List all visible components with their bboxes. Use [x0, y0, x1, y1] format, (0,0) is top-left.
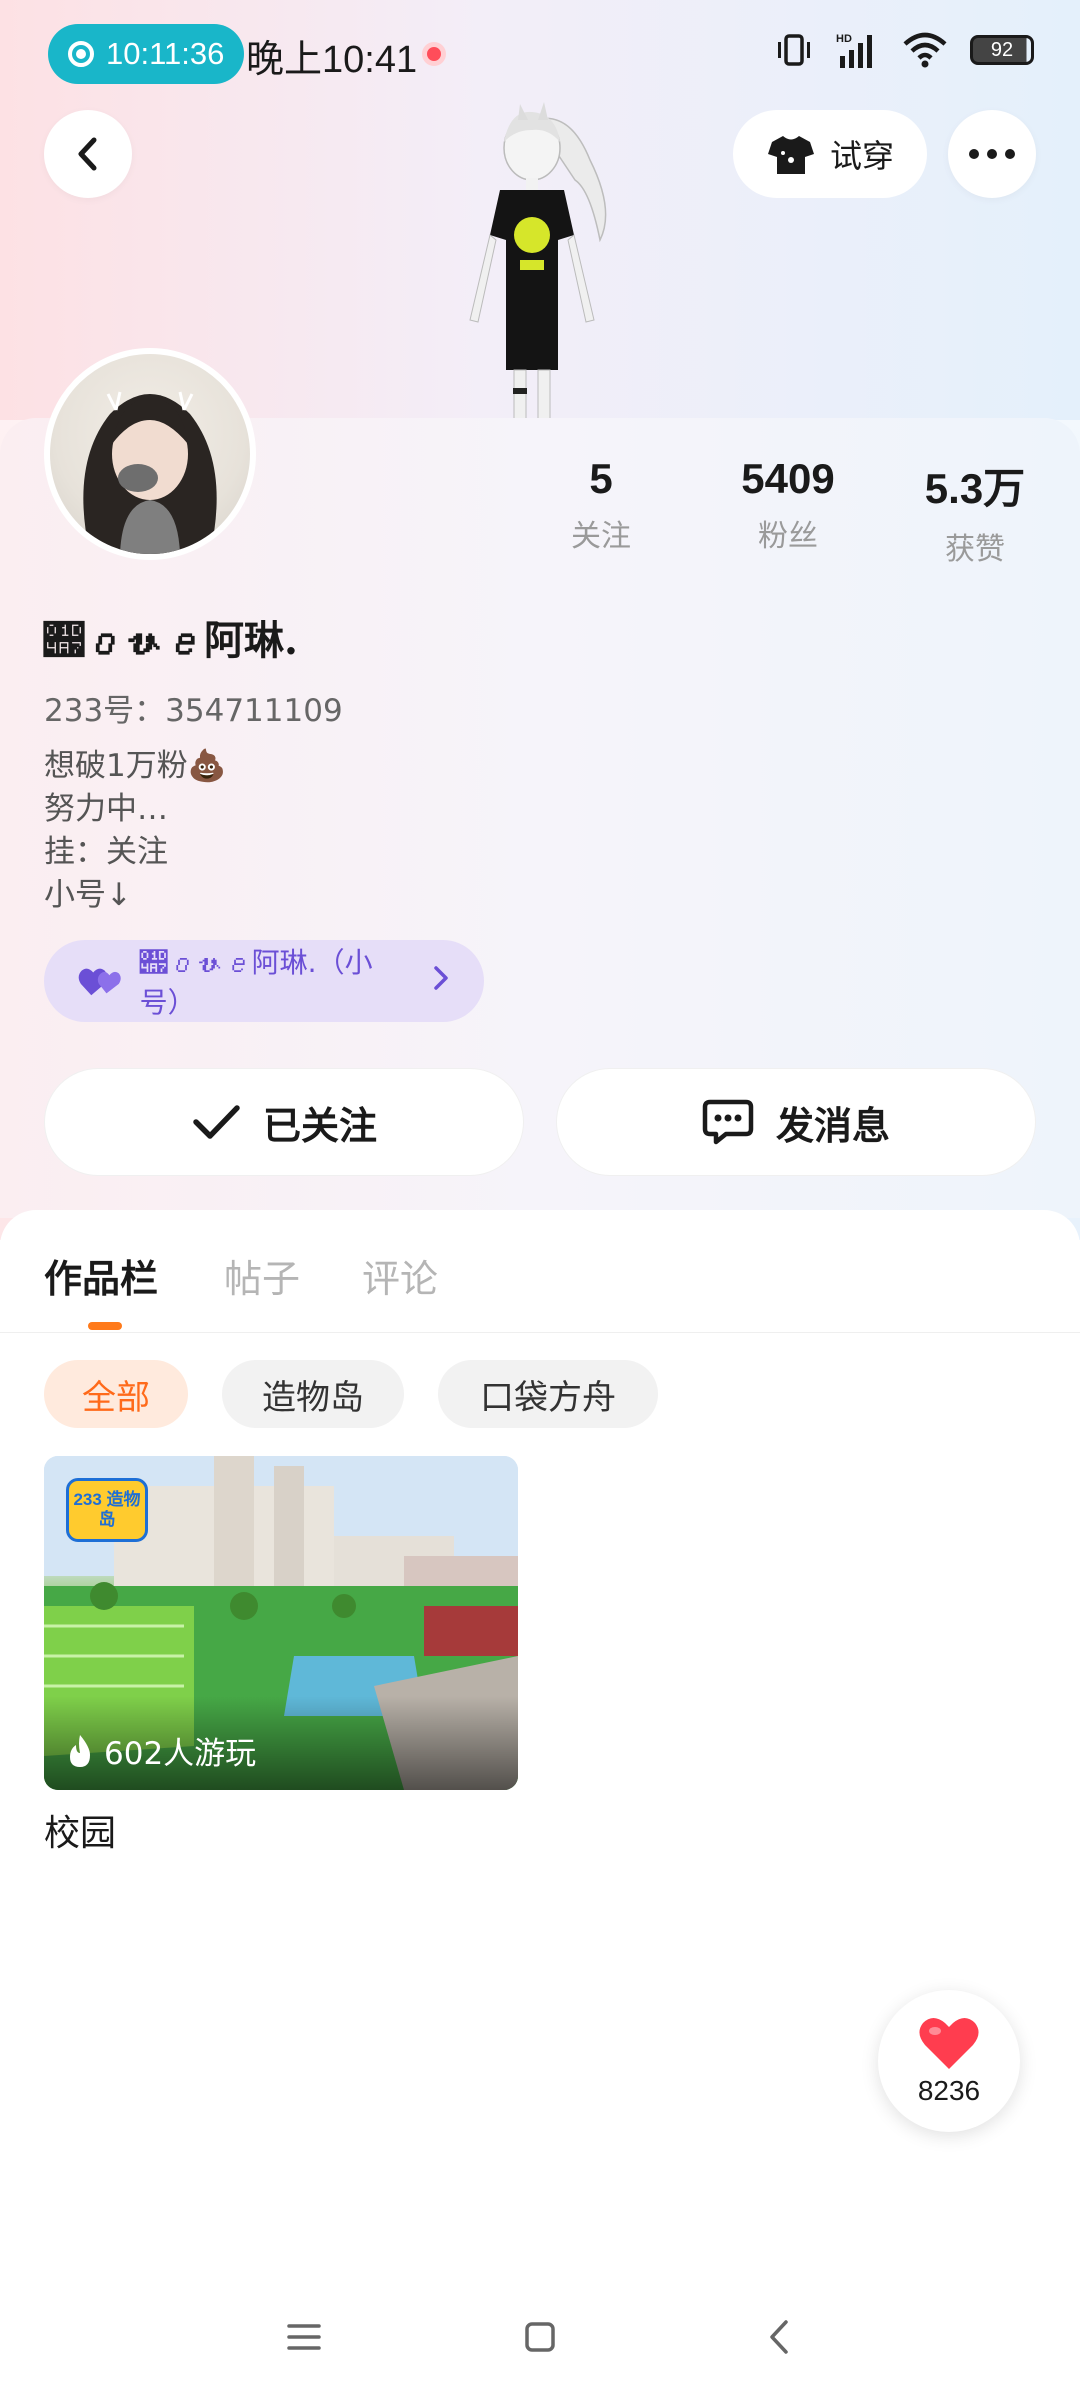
more-dots-icon	[969, 149, 1015, 159]
like-count: 8236	[917, 2075, 981, 2106]
alt-account-label: 𝒧𝑜𝓋𝑒阿琳.（小号）	[139, 946, 373, 1019]
play-count-label: 602人游玩	[104, 1736, 257, 1772]
user-avatar[interactable]	[44, 348, 256, 560]
followers-count: 5409	[741, 455, 835, 502]
active-tab-indicator	[88, 1322, 122, 1330]
battery-level: 92	[990, 38, 1014, 61]
back-triangle-icon	[770, 2320, 788, 2354]
filter-koudaifangzhou[interactable]: 口袋方舟	[438, 1360, 658, 1428]
back-button[interactable]	[44, 110, 132, 198]
bio-line: 想破1万粉💩	[44, 748, 227, 784]
tab-works[interactable]: 作品栏	[44, 1248, 158, 1303]
chat-bubble-icon	[702, 1099, 754, 1145]
tabs-divider	[0, 1332, 1080, 1333]
notification-dot-icon	[422, 42, 446, 66]
followers-stat[interactable]: 5409 粉丝	[708, 455, 868, 555]
screen-recording-indicator[interactable]: 10:11:36	[48, 24, 244, 84]
follow-button[interactable]: 已关注	[44, 1068, 524, 1176]
fire-icon	[70, 1734, 90, 1767]
bio-line: 挂：关注	[44, 834, 168, 870]
game-logo-text: 233 造物岛	[73, 1490, 141, 1529]
chevron-left-icon	[78, 137, 97, 171]
following-stat[interactable]: 5 关注	[521, 455, 681, 555]
filter-zaowudao[interactable]: 造物岛	[222, 1360, 404, 1428]
home-nav-button[interactable]	[515, 2312, 565, 2362]
user-bio: 想破1万粉💩 努力中… 挂：关注 小号↓	[44, 745, 226, 917]
play-count: 602人游玩	[66, 1728, 256, 1773]
alt-account-link[interactable]: 𝒧𝑜𝓋𝑒阿琳.（小号）	[44, 940, 484, 1022]
vibrate-icon	[778, 34, 810, 66]
back-nav-button[interactable]	[754, 2312, 804, 2362]
tshirt-icon	[767, 136, 814, 174]
work-card-thumbnail[interactable]: 233 造物岛 602人游玩	[44, 1456, 518, 1790]
likes-label: 获赞	[945, 532, 1005, 567]
more-button[interactable]	[948, 110, 1036, 198]
svg-text:HD: HD	[836, 33, 852, 45]
work-title[interactable]: 校园	[44, 1804, 116, 1856]
home-square-icon	[525, 2322, 555, 2352]
following-label: 关注	[571, 519, 631, 554]
bio-line: 小号↓	[44, 877, 132, 913]
wifi-icon	[903, 32, 947, 68]
chevron-right-icon	[432, 964, 450, 999]
message-button[interactable]: 发消息	[556, 1068, 1036, 1176]
menu-icon	[287, 2324, 321, 2350]
bio-line: 努力中…	[44, 791, 168, 827]
avatar-photo	[83, 391, 217, 554]
system-time: 晚上10:41	[246, 39, 418, 81]
double-heart-icon	[78, 968, 121, 996]
like-button[interactable]: 8236	[878, 1990, 1020, 2132]
record-icon	[68, 41, 94, 67]
check-icon	[193, 1105, 240, 1139]
heart-icon	[919, 2018, 979, 2069]
battery-icon: 92	[970, 35, 1034, 65]
game-logo-badge: 233 造物岛	[66, 1478, 148, 1542]
tab-comments[interactable]: 评论	[362, 1248, 438, 1303]
avatar-character-illustration	[469, 102, 607, 420]
menu-nav-button[interactable]	[279, 2312, 329, 2362]
message-label: 发消息	[775, 1103, 890, 1148]
system-navigation-bar	[0, 2290, 1080, 2380]
tab-posts[interactable]: 帖子	[224, 1248, 300, 1303]
user-nickname: 𝒧𝑜𝓋𝑒阿琳.	[44, 617, 298, 664]
try-on-label: 试穿	[829, 137, 894, 175]
status-bar: 10:11:36 晚上10:41 HD 92	[0, 0, 1080, 100]
try-on-button[interactable]: 试穿	[733, 110, 927, 198]
user-id[interactable]: 233号：354711109	[44, 685, 343, 730]
likes-count: 5.3万	[924, 465, 1026, 512]
following-count: 5	[589, 455, 613, 502]
hd-signal-icon: HD	[836, 33, 872, 68]
follow-label: 已关注	[262, 1103, 377, 1148]
likes-stat[interactable]: 5.3万 获赞	[895, 455, 1055, 568]
followers-label: 粉丝	[758, 519, 818, 554]
filter-all[interactable]: 全部	[44, 1360, 188, 1428]
recording-time: 10:11:36	[106, 36, 225, 71]
